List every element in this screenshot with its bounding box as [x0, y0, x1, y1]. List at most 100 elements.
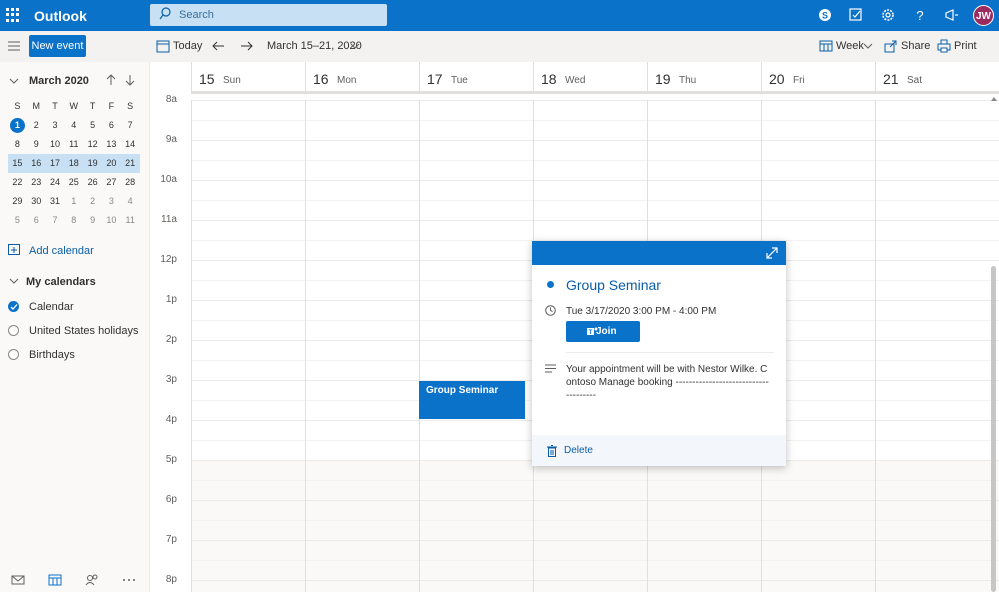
user-avatar[interactable]: JW	[973, 5, 994, 26]
mini-calendar-day-next-month[interactable]: 2	[83, 192, 102, 211]
people-icon[interactable]	[85, 574, 99, 586]
my-day-icon[interactable]	[848, 7, 864, 23]
mini-calendar-day-next-month[interactable]: 1	[64, 192, 83, 211]
calendar-unchecked-icon	[8, 349, 19, 360]
new-event-button[interactable]: New event	[29, 35, 86, 57]
mini-calendar-day[interactable]: 31	[46, 192, 65, 211]
feedback-megaphone-icon[interactable]	[944, 7, 960, 23]
mini-calendar-day[interactable]: 7	[121, 116, 140, 135]
mini-calendar-day[interactable]: 14	[121, 135, 140, 154]
mini-calendar-day-next-month[interactable]: 6	[27, 211, 46, 230]
day-header-mon[interactable]: 16 Mon	[305, 62, 419, 92]
day-header-sat[interactable]: 21 Sat	[875, 62, 989, 92]
mini-calendar-day-next-month[interactable]: 7	[46, 211, 65, 230]
view-chevron-down-icon[interactable]	[863, 41, 873, 51]
mail-icon[interactable]	[11, 574, 25, 586]
date-range-label[interactable]: March 15–21, 2020	[267, 40, 362, 52]
mini-calendar-day-next-month[interactable]: 9	[83, 211, 102, 230]
skype-icon[interactable]: S	[817, 7, 833, 23]
app-title[interactable]: Outlook	[34, 8, 87, 24]
mini-calendar-month[interactable]: March 2020	[29, 75, 89, 87]
mini-calendar-day[interactable]: 2	[27, 116, 46, 135]
vertical-scrollbar[interactable]	[990, 96, 998, 592]
join-teams-button[interactable]: T Join	[566, 321, 640, 342]
mini-calendar-day-next-month[interactable]: 4	[121, 192, 140, 211]
mini-calendar-day-today[interactable]: 1	[8, 116, 27, 135]
day-header-tue[interactable]: 17 Tue	[419, 62, 533, 92]
mini-calendar-day[interactable]: 20	[102, 154, 121, 173]
mini-calendar-day[interactable]: 17	[46, 154, 65, 173]
my-calendars-label: My calendars	[26, 276, 96, 288]
mini-calendar-day[interactable]: 11	[64, 135, 83, 154]
mini-calendar-day[interactable]: 6	[102, 116, 121, 135]
calendar-module-icon[interactable]	[48, 574, 62, 586]
day-number: 18	[541, 71, 557, 87]
today-calendar-icon[interactable]	[156, 39, 170, 53]
more-apps-ellipsis-icon[interactable]	[122, 574, 136, 586]
share-button[interactable]: Share	[901, 40, 930, 52]
mini-calendar-day[interactable]: 18	[64, 154, 83, 173]
weekday-label: F	[108, 101, 115, 111]
mini-calendar-day[interactable]: 15	[8, 154, 27, 173]
search-box[interactable]: Search	[150, 4, 387, 26]
scroll-up-arrow-icon[interactable]	[991, 96, 997, 102]
mini-calendar-day[interactable]: 29	[8, 192, 27, 211]
hamburger-menu-icon[interactable]	[8, 41, 20, 51]
mini-calendar-day[interactable]: 8	[8, 135, 27, 154]
mini-calendar-day[interactable]: 5	[83, 116, 102, 135]
hour-label: 7p	[165, 534, 177, 545]
settings-gear-icon[interactable]	[880, 7, 896, 23]
mini-calendar-day[interactable]: 9	[27, 135, 46, 154]
previous-week-arrow-icon[interactable]	[211, 39, 225, 53]
mini-calendar-day-next-month[interactable]: 10	[102, 211, 121, 230]
view-switcher-button[interactable]: Week	[836, 40, 864, 52]
hour-gridline	[191, 580, 999, 581]
mini-calendar-day-next-month[interactable]: 5	[8, 211, 27, 230]
mini-calendar-day-next-month[interactable]: 3	[102, 192, 121, 211]
mini-calendar-day[interactable]: 10	[46, 135, 65, 154]
scrollbar-thumb[interactable]	[991, 266, 996, 592]
day-header-fri[interactable]: 20 Fri	[761, 62, 875, 92]
expand-icon[interactable]	[766, 247, 778, 259]
mini-calendar-day[interactable]: 19	[83, 154, 102, 173]
mini-calendar-day[interactable]: 28	[121, 173, 140, 192]
mini-calendar-prev-arrow-icon[interactable]	[105, 74, 117, 86]
mini-calendar-week: 22 23 24 25 26 27 28	[8, 173, 140, 192]
join-label: Join	[596, 326, 617, 337]
mini-calendar-day[interactable]: 4	[64, 116, 83, 135]
mini-calendar-day[interactable]: 16	[27, 154, 46, 173]
mini-calendar-day-next-month[interactable]: 8	[64, 211, 83, 230]
day-header-wed[interactable]: 18 Wed	[533, 62, 647, 92]
mini-calendar-day[interactable]: 24	[46, 173, 65, 192]
mini-calendar-day[interactable]: 3	[46, 116, 65, 135]
next-week-arrow-icon[interactable]	[240, 39, 254, 53]
delete-button[interactable]: Delete	[564, 445, 593, 456]
mini-calendar-day[interactable]: 30	[27, 192, 46, 211]
mini-calendar-day[interactable]: 27	[102, 173, 121, 192]
week-view-icon[interactable]	[819, 39, 833, 53]
mini-calendar-day[interactable]: 12	[83, 135, 102, 154]
day-name: Wed	[565, 75, 586, 86]
hour-label: 5p	[165, 454, 177, 465]
mini-calendar-next-arrow-icon[interactable]	[124, 74, 136, 86]
day-header-thu[interactable]: 19 Thu	[647, 62, 761, 92]
mini-calendar-day[interactable]: 25	[64, 173, 83, 192]
my-calendars-header[interactable]: My calendars	[9, 276, 96, 288]
share-icon[interactable]	[884, 39, 898, 53]
collapse-month-chevron-icon[interactable]	[9, 76, 19, 86]
today-button[interactable]: Today	[173, 40, 202, 52]
mini-calendar-day-next-month[interactable]: 11	[121, 211, 140, 230]
day-number: 21	[883, 71, 899, 87]
help-icon[interactable]: ?	[912, 7, 928, 23]
mini-calendar-day[interactable]: 13	[102, 135, 121, 154]
mini-calendar-day[interactable]: 26	[83, 173, 102, 192]
mini-calendar-day[interactable]: 23	[27, 173, 46, 192]
print-button[interactable]: Print	[954, 40, 977, 52]
mini-calendar-day[interactable]: 21	[121, 154, 140, 173]
app-launcher-icon[interactable]	[6, 8, 20, 22]
mini-calendar-day[interactable]: 22	[8, 173, 27, 192]
print-icon[interactable]	[937, 39, 951, 53]
date-range-chevron-down-icon[interactable]	[350, 41, 360, 51]
day-header-sun[interactable]: 15 Sun	[191, 62, 305, 92]
calendar-event-group-seminar[interactable]: Group Seminar	[419, 381, 525, 419]
